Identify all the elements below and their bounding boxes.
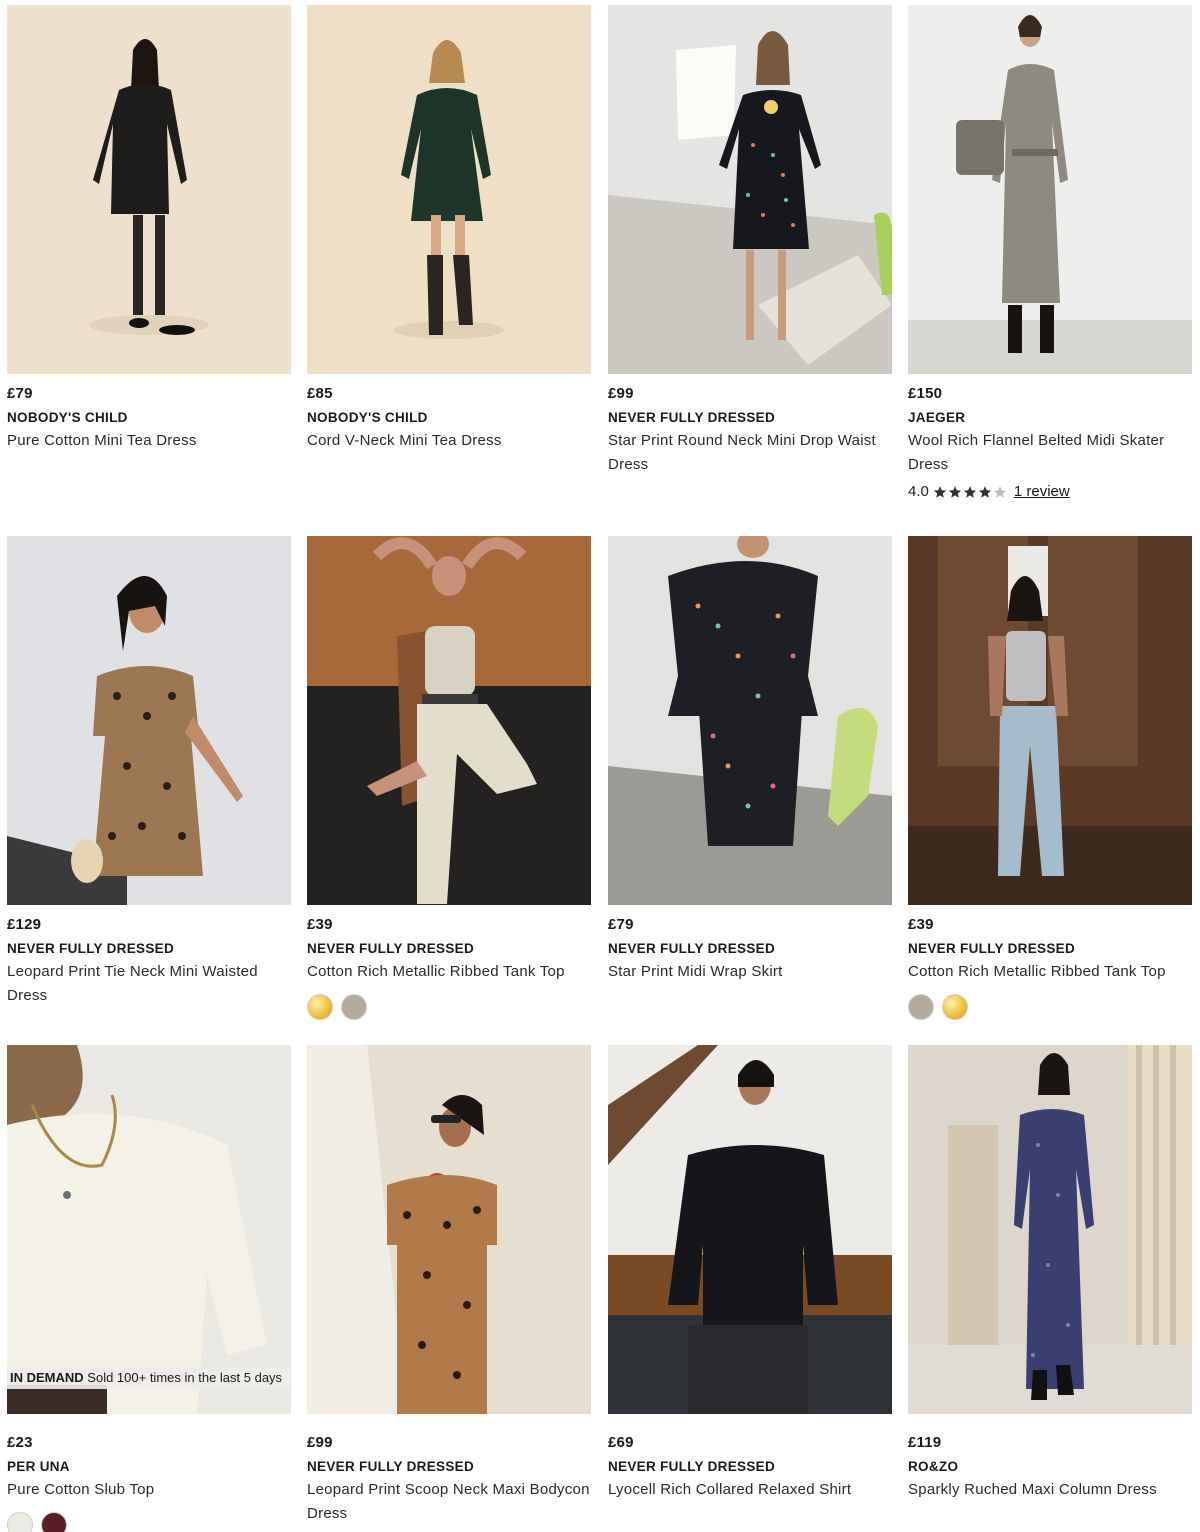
colour-swatches [7, 1512, 297, 1532]
product-price: £119 [908, 1434, 942, 1451]
product-info: £150 JAEGER Wool Rich Flannel Belted Mid… [908, 383, 1198, 500]
product-name[interactable]: Cotton Rich Metallic Ribbed Tank Top [908, 960, 1198, 984]
star-filled-icon [948, 485, 961, 498]
product-price: £79 [7, 385, 33, 402]
colour-swatch[interactable] [307, 994, 333, 1020]
product-image[interactable] [307, 536, 591, 905]
product-brand: RO&ZO [908, 1459, 959, 1474]
product-brand: NEVER FULLY DRESSED [307, 941, 474, 956]
product-info: £119 RO&ZO Sparkly Ruched Maxi Column Dr… [908, 1432, 1198, 1502]
product-price: £150 [908, 385, 943, 402]
product-name[interactable]: Sparkly Ruched Maxi Column Dress [908, 1478, 1198, 1502]
product-info: £23 PER UNA Pure Cotton Slub Top [7, 1432, 297, 1532]
product-brand: PER UNA [7, 1459, 70, 1474]
product-price: £23 [7, 1434, 33, 1451]
product-image[interactable] [608, 536, 892, 905]
product-price: £39 [908, 916, 934, 933]
product-image[interactable]: IN DEMAND Sold 100+ times in the last 5 … [7, 1045, 291, 1414]
product-info: £99 NEVER FULLY DRESSED Star Print Round… [608, 383, 898, 477]
in-demand-badge: IN DEMAND Sold 100+ times in the last 5 … [7, 1367, 291, 1389]
product-name[interactable]: Cord V-Neck Mini Tea Dress [307, 429, 597, 453]
product-image[interactable] [608, 1045, 892, 1414]
product-image[interactable] [608, 5, 892, 374]
product-image[interactable] [307, 1045, 591, 1414]
product-price: £99 [307, 1434, 333, 1451]
product-brand: NEVER FULLY DRESSED [908, 941, 1075, 956]
product-price: £39 [307, 916, 333, 933]
product-brand: NEVER FULLY DRESSED [608, 1459, 775, 1474]
product-name[interactable]: Pure Cotton Slub Top [7, 1478, 297, 1502]
product-brand: NOBODY'S CHILD [307, 410, 428, 425]
product-brand: NEVER FULLY DRESSED [307, 1459, 474, 1474]
reviews-link[interactable]: 1 review [1014, 483, 1070, 500]
product-name[interactable]: Cotton Rich Metallic Ribbed Tank Top [307, 960, 597, 984]
product-brand: NEVER FULLY DRESSED [608, 410, 775, 425]
product-name[interactable]: Star Print Round Neck Mini Drop Waist Dr… [608, 429, 898, 477]
product-image[interactable] [908, 5, 1192, 374]
product-price: £69 [608, 1434, 634, 1451]
badge-text: Sold 100+ times in the last 5 days [87, 1370, 283, 1385]
colour-swatches [908, 994, 1198, 1020]
star-rating [933, 485, 1008, 499]
product-image[interactable] [7, 536, 291, 905]
product-info: £69 NEVER FULLY DRESSED Lyocell Rich Col… [608, 1432, 898, 1502]
product-name[interactable]: Star Print Midi Wrap Skirt [608, 960, 898, 984]
product-name[interactable]: Lyocell Rich Collared Relaxed Shirt [608, 1478, 898, 1502]
star-filled-icon [963, 485, 976, 498]
product-price: £85 [307, 385, 333, 402]
star-empty-icon [993, 485, 1006, 498]
colour-swatch[interactable] [341, 994, 367, 1020]
product-price: £129 [7, 916, 42, 933]
product-image[interactable] [307, 5, 591, 374]
product-info: £129 NEVER FULLY DRESSED Leopard Print T… [7, 914, 297, 1008]
product-image[interactable] [7, 5, 291, 374]
product-image[interactable] [908, 1045, 1192, 1414]
product-info: £39 NEVER FULLY DRESSED Cotton Rich Meta… [908, 914, 1198, 1020]
product-price: £99 [608, 385, 634, 402]
product-brand: NEVER FULLY DRESSED [7, 941, 174, 956]
colour-swatch[interactable] [908, 994, 934, 1020]
colour-swatch[interactable] [41, 1512, 67, 1532]
product-info: £39 NEVER FULLY DRESSED Cotton Rich Meta… [307, 914, 597, 1020]
product-name[interactable]: Leopard Print Scoop Neck Maxi Bodycon Dr… [307, 1478, 597, 1526]
product-brand: JAEGER [908, 410, 966, 425]
product-name[interactable]: Pure Cotton Mini Tea Dress [7, 429, 297, 453]
product-info: £99 NEVER FULLY DRESSED Leopard Print Sc… [307, 1432, 597, 1526]
product-name[interactable]: Leopard Print Tie Neck Mini Waisted Dres… [7, 960, 297, 1008]
colour-swatches [307, 994, 597, 1020]
star-filled-icon [978, 485, 991, 498]
colour-swatch[interactable] [7, 1512, 33, 1532]
product-brand: NEVER FULLY DRESSED [608, 941, 775, 956]
product-name[interactable]: Wool Rich Flannel Belted Midi Skater Dre… [908, 429, 1198, 477]
badge-label: IN DEMAND [10, 1370, 84, 1385]
product-info: £79 NEVER FULLY DRESSED Star Print Midi … [608, 914, 898, 984]
product-info: £85 NOBODY'S CHILD Cord V-Neck Mini Tea … [307, 383, 597, 453]
product-brand: NOBODY'S CHILD [7, 410, 128, 425]
product-price: £79 [608, 916, 634, 933]
product-image[interactable] [908, 536, 1192, 905]
rating-score: 4.0 [908, 483, 929, 500]
product-grid: £79 NOBODY'S CHILD Pure Cotton Mini Tea … [0, 0, 1200, 1532]
star-filled-icon [933, 485, 946, 498]
product-info: £79 NOBODY'S CHILD Pure Cotton Mini Tea … [7, 383, 297, 453]
colour-swatch[interactable] [942, 994, 968, 1020]
product-rating: 4.0 1 review [908, 483, 1198, 500]
